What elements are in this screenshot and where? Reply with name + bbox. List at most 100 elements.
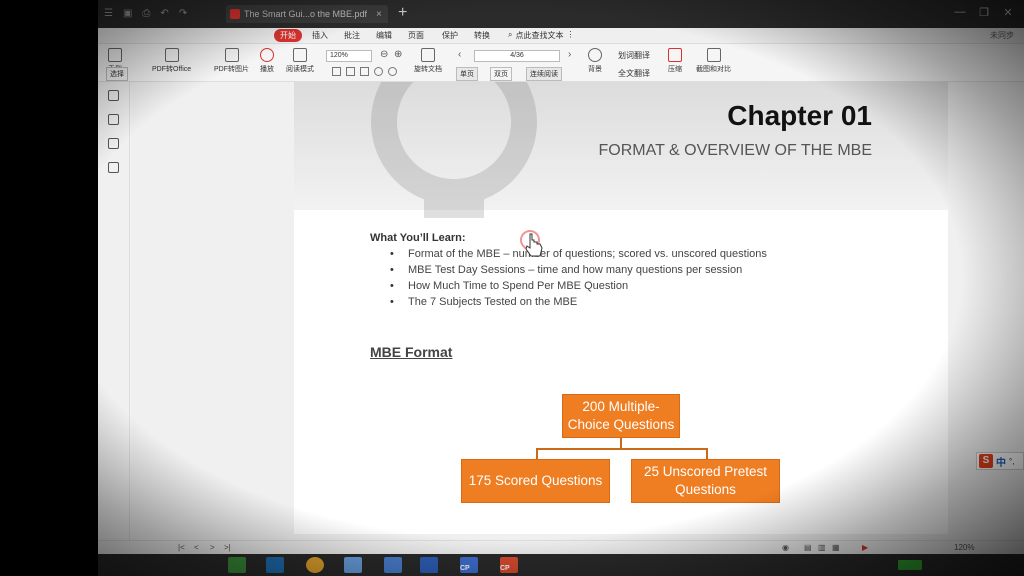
book-icon	[293, 48, 307, 62]
compress-button[interactable]: 压缩	[668, 48, 682, 74]
single-page-button[interactable]: 单页	[456, 67, 478, 81]
status-bar: |< < > >| ◉ ▤ ▥ ▦ ▶ 120%	[98, 540, 1024, 554]
taskbar-app-cp[interactable]: CP	[460, 557, 478, 573]
full-translate-button[interactable]: 全文翻译	[618, 68, 650, 79]
wps-icon[interactable]	[420, 557, 438, 573]
menu-protect[interactable]: 保护	[442, 30, 458, 41]
diagram-connector	[536, 448, 708, 450]
pdf-page: Chapter 01 FORMAT & OVERVIEW OF THE MBE …	[294, 82, 948, 534]
chrome-icon[interactable]	[306, 557, 324, 573]
app-icon[interactable]	[266, 557, 284, 573]
last-page-icon[interactable]: >|	[224, 543, 231, 552]
next-page-icon[interactable]: >	[210, 543, 215, 552]
rotate-right-icon[interactable]	[388, 67, 397, 76]
first-page-icon[interactable]: |<	[178, 543, 185, 552]
ribbon-toolbar: 手型 PDF转Office PDF转图片 播放 阅读模式 120% ⊖ ⊕ 旋转…	[98, 44, 1024, 82]
taskbar-app-cp[interactable]: CP	[500, 557, 518, 573]
pdf-to-office-button[interactable]: PDF转Office	[152, 48, 191, 74]
fit-icon[interactable]	[332, 67, 341, 76]
lightbulb-watermark-icon	[371, 82, 537, 218]
play-icon	[260, 48, 274, 62]
diagram-top-box: 200 Multiple-Choice Questions	[562, 394, 680, 438]
document-tab[interactable]: The Smart Gui...o the MBE.pdf ×	[226, 5, 388, 23]
hand-cursor-icon	[520, 230, 543, 257]
new-tab-button[interactable]: +	[398, 4, 407, 22]
document-area[interactable]: Chapter 01 FORMAT & OVERVIEW OF THE MBE …	[131, 82, 1024, 540]
compress-icon	[668, 48, 682, 62]
learn-heading: What You’ll Learn:	[370, 232, 466, 244]
menu-home[interactable]: 开始	[274, 29, 302, 42]
select-tool[interactable]: 选择	[106, 67, 128, 81]
print-icon[interactable]: ⎙	[142, 8, 150, 19]
menu-insert[interactable]: 插入	[312, 30, 328, 41]
prev-page-icon[interactable]: ‹	[458, 49, 461, 60]
save-icon[interactable]: ▣	[123, 8, 132, 19]
page-number-input[interactable]: 4/36	[474, 50, 560, 62]
pdf-to-image-button[interactable]: PDF转图片	[214, 48, 249, 74]
attachment-icon[interactable]	[108, 162, 119, 173]
battery-icon	[898, 560, 922, 570]
left-sidebar	[98, 82, 130, 540]
tab-title: The Smart Gui...o the MBE.pdf	[244, 9, 368, 19]
annotation-icon[interactable]	[108, 138, 119, 149]
section-heading: MBE Format	[370, 344, 453, 360]
rotate-button[interactable]: 旋转文档	[414, 48, 442, 74]
play-button[interactable]: 播放	[260, 48, 274, 74]
actual-size-icon[interactable]	[360, 67, 369, 76]
app-icon[interactable]	[384, 557, 402, 573]
pdf-to-office-icon	[164, 48, 179, 62]
zoom-out-icon[interactable]: ⊖	[380, 49, 388, 60]
undo-icon[interactable]: ↶	[160, 8, 168, 19]
screenshot-compare-button[interactable]: 截图和对比	[696, 48, 731, 74]
chapter-header-band: Chapter 01 FORMAT & OVERVIEW OF THE MBE	[294, 82, 948, 218]
menu-icon[interactable]: ☰	[104, 8, 113, 19]
menu-convert[interactable]: 转换	[474, 30, 490, 41]
reading-mode-button[interactable]: 阅读模式	[286, 48, 314, 74]
minimize-icon[interactable]: —	[952, 6, 968, 19]
redo-icon[interactable]: ↷	[179, 8, 187, 19]
status-zoom[interactable]: 120%	[954, 543, 974, 552]
close-tab-icon[interactable]: ×	[376, 9, 388, 20]
app-icon[interactable]	[344, 557, 362, 573]
zoom-select[interactable]: 120%	[326, 50, 372, 62]
continuous-view-icon[interactable]: ▦	[832, 543, 840, 552]
taskbar: CP CP	[98, 554, 1024, 576]
quick-access-toolbar: ☰ ▣ ⎙ ↶ ↷	[104, 8, 187, 19]
word-translate-button[interactable]: 划词翻译	[618, 50, 650, 61]
double-view-icon[interactable]: ▥	[818, 543, 826, 552]
list-item: MBE Test Day Sessions – time and how man…	[390, 264, 767, 280]
left-black-margin	[0, 0, 98, 576]
fit-width-icon[interactable]	[346, 67, 355, 76]
continuous-reading-button[interactable]: 连续阅读	[526, 67, 562, 81]
menu-edit[interactable]: 编辑	[376, 30, 392, 41]
app-icon[interactable]	[228, 557, 246, 573]
ime-indicator[interactable]: S 中 °,	[976, 452, 1024, 470]
zoom-in-icon[interactable]: ⊕	[394, 49, 402, 60]
more-icon[interactable]: ⋮	[566, 30, 574, 41]
single-view-icon[interactable]: ▤	[804, 543, 812, 552]
next-page-icon[interactable]: ›	[568, 49, 571, 60]
screenshot-icon	[706, 48, 721, 62]
pdf-file-icon	[230, 9, 240, 19]
list-item: The 7 Subjects Tested on the MBE	[390, 296, 767, 312]
close-window-icon[interactable]: ✕	[1000, 6, 1016, 19]
rotate-left-icon[interactable]	[374, 67, 383, 76]
hand-icon	[108, 48, 122, 62]
search-box[interactable]: ⌕ 点此查找文本 ⋮	[508, 30, 574, 41]
maximize-icon[interactable]: ❐	[976, 6, 992, 19]
image-icon	[224, 48, 239, 62]
sogou-logo-icon: S	[979, 454, 993, 468]
thumbnails-icon[interactable]	[108, 90, 119, 101]
bookmark-icon[interactable]	[108, 114, 119, 125]
menu-page[interactable]: 页面	[408, 30, 424, 41]
background-button[interactable]: 背景	[588, 48, 602, 74]
list-item: Format of the MBE – number of questions;…	[390, 248, 767, 264]
double-page-button[interactable]: 双页	[490, 67, 512, 81]
sync-status[interactable]: 未同步	[990, 30, 1014, 41]
prev-page-icon[interactable]: <	[194, 543, 199, 552]
play-icon[interactable]: ▶	[862, 543, 868, 552]
rotate-icon	[421, 48, 435, 62]
eye-icon[interactable]: ◉	[782, 543, 789, 552]
menu-annotate[interactable]: 批注	[344, 30, 360, 41]
ime-punct-icon: °,	[1009, 456, 1015, 466]
